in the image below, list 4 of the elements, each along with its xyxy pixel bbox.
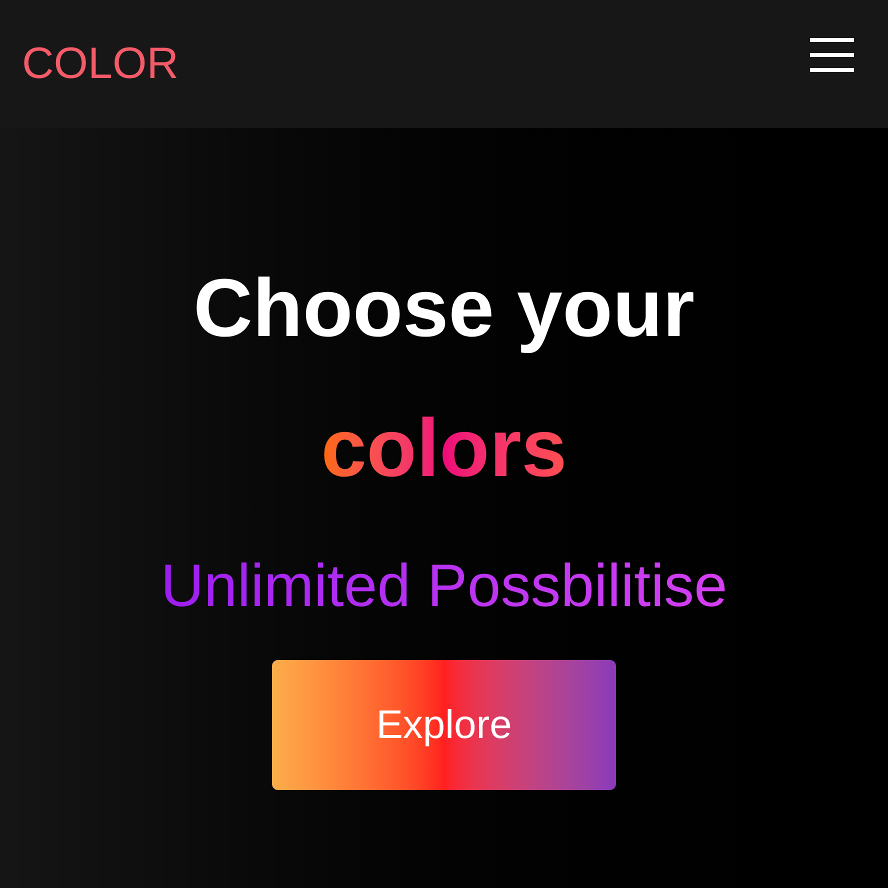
menu-icon[interactable] [810,38,854,72]
explore-button[interactable]: Explore [272,660,616,790]
hero-title: Choose your [193,262,695,356]
logo[interactable]: COLOR [22,42,178,86]
